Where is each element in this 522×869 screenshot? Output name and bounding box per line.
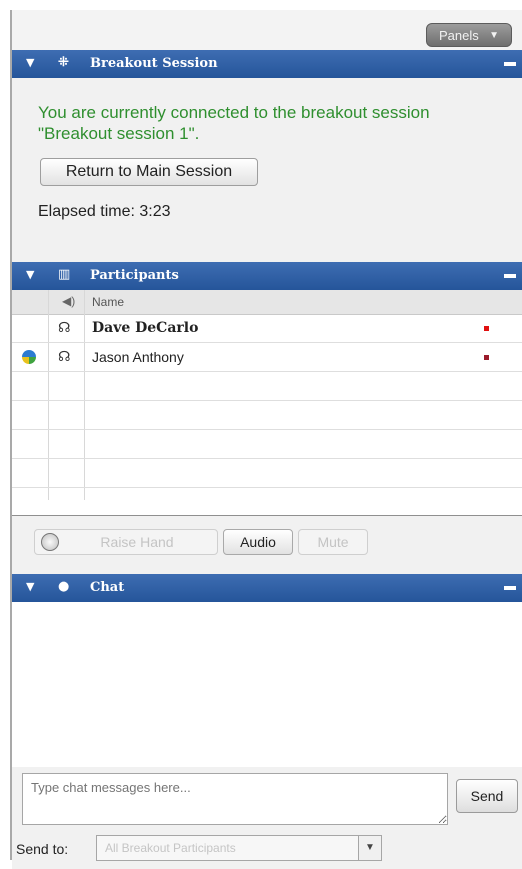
audio-button[interactable]: Audio	[223, 529, 293, 555]
empty-row	[12, 430, 522, 459]
minimize-icon[interactable]	[504, 62, 516, 66]
participant-row[interactable]: ☊ Jason Anthony	[12, 343, 522, 372]
participant-row[interactable]: ☊ Dave DeCarlo	[12, 314, 522, 343]
chevron-down-icon[interactable]: ▼	[358, 836, 381, 860]
chat-title: Chat	[90, 580, 125, 595]
mute-button[interactable]: Mute	[298, 529, 368, 555]
participant-controls: Raise Hand Audio Mute	[12, 516, 522, 574]
breakout-icon: ⁜	[58, 55, 69, 70]
send-to-label: Send to:	[16, 841, 69, 857]
participant-name: Dave DeCarlo	[92, 320, 199, 336]
send-to-value: All Breakout Participants	[105, 841, 236, 855]
headset-icon: ☊	[58, 319, 71, 335]
participants-title: Participants	[90, 268, 179, 283]
chat-history[interactable]	[12, 602, 522, 767]
send-button[interactable]: Send	[456, 779, 518, 813]
participants-list: ◀) Name ☊ Dave DeCarlo ☊ Jason Anthony	[12, 290, 522, 516]
status-indicator-icon	[484, 326, 489, 331]
name-column-header[interactable]: Name	[92, 295, 124, 309]
speaker-icon[interactable]: ◀)	[62, 294, 75, 308]
breakout-panel-body: You are currently connected to the break…	[12, 78, 522, 262]
collapse-triangle-icon[interactable]: ▼	[26, 268, 34, 281]
participants-section-header[interactable]: ▼ ▥ Participants	[12, 262, 522, 290]
participants-icon: ▥	[58, 267, 71, 282]
webex-panel-window: Panels ▼ ▼ ⁜ Breakout Session You are cu…	[0, 0, 522, 869]
empty-row	[12, 459, 522, 488]
return-to-main-session-button[interactable]: Return to Main Session	[40, 158, 258, 186]
chat-compose-area: Send Send to: All Breakout Participants …	[12, 767, 522, 869]
participant-name: Jason Anthony	[92, 349, 184, 365]
breakout-connected-message: You are currently connected to the break…	[38, 103, 430, 143]
collapse-triangle-icon[interactable]: ▼	[26, 56, 34, 69]
empty-row	[12, 372, 522, 401]
breakout-title: Breakout Session	[90, 56, 218, 71]
status-indicator-icon	[484, 355, 489, 360]
panels-button[interactable]: Panels ▼	[426, 23, 512, 47]
elapsed-value: 3:23	[139, 203, 171, 220]
elapsed-time: Elapsed time: 3:23	[38, 203, 171, 221]
chat-section-header[interactable]: ▼ ● Chat	[12, 574, 522, 602]
presenter-globe-icon	[22, 350, 36, 364]
breakout-section-header[interactable]: ▼ ⁜ Breakout Session	[12, 50, 522, 78]
send-to-select[interactable]: All Breakout Participants ▼	[96, 835, 382, 861]
raise-hand-icon	[41, 533, 59, 551]
minimize-icon[interactable]	[504, 586, 516, 590]
panel-toolbar: Panels ▼	[12, 10, 522, 51]
empty-row	[12, 401, 522, 430]
chevron-down-icon: ▼	[489, 30, 499, 41]
chat-bubble-icon: ●	[58, 579, 70, 594]
participants-column-header: ◀) Name	[12, 290, 522, 315]
elapsed-label: Elapsed time:	[38, 203, 135, 220]
chat-message-input[interactable]	[22, 773, 448, 825]
collapse-triangle-icon[interactable]: ▼	[26, 580, 34, 593]
raise-hand-button[interactable]: Raise Hand	[34, 529, 218, 555]
minimize-icon[interactable]	[504, 274, 516, 278]
raise-hand-label: Raise Hand	[100, 534, 174, 550]
panels-label: Panels	[439, 28, 479, 43]
headset-icon: ☊	[58, 348, 71, 364]
